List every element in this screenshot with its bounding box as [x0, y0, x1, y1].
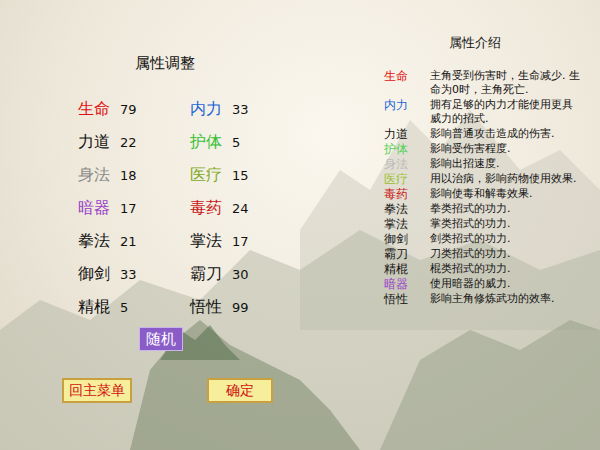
- intro-item: 御剑剑类招式的功力.: [380, 232, 600, 246]
- intro-item: 内力拥有足够的内力才能使用更具威力的招式.: [380, 98, 600, 126]
- intro-item: 暗器使用暗器的威力.: [380, 277, 600, 291]
- attribute-value: 30: [232, 265, 249, 285]
- attribute-grid: 生命 79 内力 33 力道 22 护体 5 身法 18 医疗 15 暗器 17 毒药 24 拳法 21 掌法 17 御…: [78, 97, 380, 319]
- attribute-label: 悟性: [190, 295, 226, 319]
- intro-text: 影响主角修炼武功的效率.: [430, 292, 582, 306]
- intro-text: 剑类招式的功力.: [430, 232, 582, 246]
- intro-label: 御剑: [380, 232, 430, 246]
- attribute-label: 拳法: [78, 229, 114, 253]
- random-row: 随机: [139, 327, 380, 352]
- attribute-value: 18: [120, 166, 137, 186]
- intro-text: 掌类招式的功力.: [430, 217, 582, 231]
- attribute-label: 力道: [78, 130, 114, 154]
- intro-title: 属性介绍: [380, 33, 600, 53]
- attribute-label: 内力: [190, 97, 226, 121]
- intro-item: 生命主角受到伤害时，生命减少. 生命为0时，主角死亡.: [380, 69, 600, 97]
- attribute-item: 内力 33: [190, 97, 302, 121]
- intro-label: 悟性: [380, 292, 430, 306]
- intro-label: 拳法: [380, 202, 430, 216]
- intro-item: 霸刀刀类招式的功力.: [380, 247, 600, 261]
- intro-label: 毒药: [380, 187, 430, 201]
- attribute-item: 霸刀 30: [190, 262, 302, 286]
- intro-item: 护体影响受伤害程度.: [380, 142, 600, 156]
- attribute-item: 力道 22: [78, 130, 190, 154]
- attribute-label: 生命: [78, 97, 114, 121]
- intro-item: 毒药影响使毒和解毒效果.: [380, 187, 600, 201]
- bottom-buttons: 回主菜单 确定: [62, 378, 380, 403]
- intro-item: 医疗用以治病，影响药物使用效果.: [380, 172, 600, 186]
- intro-text: 拥有足够的内力才能使用更具威力的招式.: [430, 98, 582, 126]
- intro-panel: 属性介绍生命主角受到伤害时，生命减少. 生命为0时，主角死亡.内力拥有足够的内力…: [380, 0, 600, 450]
- attribute-item: 拳法 21: [78, 229, 190, 253]
- attribute-value: 17: [232, 232, 249, 252]
- attribute-value: 17: [120, 199, 137, 219]
- main-menu-button[interactable]: 回主菜单: [62, 378, 132, 403]
- intro-label: 生命: [380, 69, 430, 97]
- attribute-value: 22: [120, 133, 137, 153]
- intro-text: 刀类招式的功力.: [430, 247, 582, 261]
- intro-text: 棍类招式的功力.: [430, 262, 582, 276]
- attribute-item: 毒药 24: [190, 196, 302, 220]
- attribute-value: 99: [232, 298, 249, 318]
- intro-text: 用以治病，影响药物使用效果.: [430, 172, 582, 186]
- intro-item: 掌法掌类招式的功力.: [380, 217, 600, 231]
- attribute-item: 身法 18: [78, 163, 190, 187]
- attribute-label: 精棍: [78, 295, 114, 319]
- intro-item: 拳法拳类招式的功力.: [380, 202, 600, 216]
- attribute-value: 24: [232, 199, 249, 219]
- attribute-value: 15: [232, 166, 249, 186]
- attribute-value: 5: [120, 298, 128, 318]
- attribute-item: 医疗 15: [190, 163, 302, 187]
- panel-title: 属性调整: [0, 52, 330, 75]
- intro-item: 力道影响普通攻击造成的伤害.: [380, 127, 600, 141]
- intro-item: 悟性影响主角修炼武功的效率.: [380, 292, 600, 306]
- attribute-item: 精棍 5: [78, 295, 190, 319]
- intro-text: 影响普通攻击造成的伤害.: [430, 127, 582, 141]
- intro-text: 影响使毒和解毒效果.: [430, 187, 582, 201]
- intro-text: 影响受伤害程度.: [430, 142, 582, 156]
- attribute-item: 护体 5: [190, 130, 302, 154]
- intro-label: 护体: [380, 142, 430, 156]
- attribute-item: 悟性 99: [190, 295, 302, 319]
- intro-text: 主角受到伤害时，生命减少. 生命为0时，主角死亡.: [430, 69, 582, 97]
- intro-item: 精棍棍类招式的功力.: [380, 262, 600, 276]
- attribute-item: 掌法 17: [190, 229, 302, 253]
- attribute-label: 身法: [78, 163, 114, 187]
- attribute-value: 79: [120, 100, 137, 120]
- attribute-label: 霸刀: [190, 262, 226, 286]
- random-button[interactable]: 随机: [139, 327, 183, 352]
- intro-label: 医疗: [380, 172, 430, 186]
- intro-text: 拳类招式的功力.: [430, 202, 582, 216]
- attribute-item: 生命 79: [78, 97, 190, 121]
- intro-label: 暗器: [380, 277, 430, 291]
- intro-label: 掌法: [380, 217, 430, 231]
- intro-label: 内力: [380, 98, 430, 126]
- attribute-value: 5: [232, 133, 240, 153]
- attribute-label: 医疗: [190, 163, 226, 187]
- attribute-panel: 属性调整生命 79 内力 33 力道 22 护体 5 身法 18 医疗 15 暗器 17 毒药 24 拳法 21 掌…: [0, 0, 380, 450]
- intro-text: 影响出招速度.: [430, 157, 582, 171]
- attribute-value: 33: [232, 100, 249, 120]
- confirm-button[interactable]: 确定: [207, 378, 273, 403]
- intro-label: 精棍: [380, 262, 430, 276]
- attribute-item: 御剑 33: [78, 262, 190, 286]
- attribute-value: 33: [120, 265, 137, 285]
- intro-text: 使用暗器的威力.: [430, 277, 582, 291]
- attribute-value: 21: [120, 232, 137, 252]
- attribute-item: 暗器 17: [78, 196, 190, 220]
- attribute-label: 毒药: [190, 196, 226, 220]
- intro-item: 身法影响出招速度.: [380, 157, 600, 171]
- intro-label: 力道: [380, 127, 430, 141]
- attribute-label: 护体: [190, 130, 226, 154]
- attribute-label: 御剑: [78, 262, 114, 286]
- intro-label: 身法: [380, 157, 430, 171]
- attribute-label: 掌法: [190, 229, 226, 253]
- attribute-label: 暗器: [78, 196, 114, 220]
- intro-label: 霸刀: [380, 247, 430, 261]
